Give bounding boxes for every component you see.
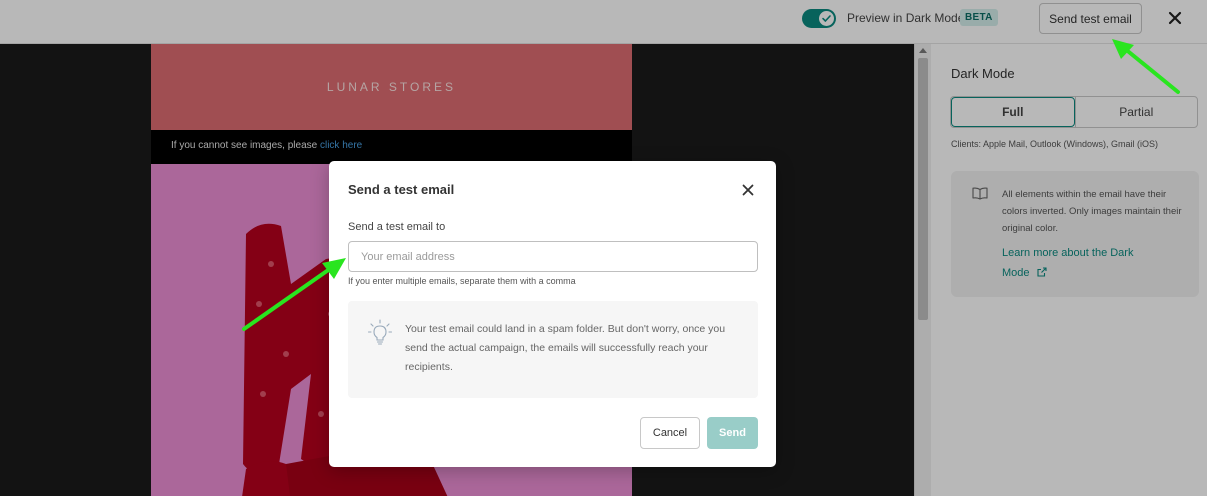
close-dialog-icon[interactable] [740, 182, 756, 198]
send-button[interactable]: Send [707, 417, 758, 449]
email-field[interactable] [348, 241, 758, 272]
tip-text: Your test email could land in a spam fol… [405, 323, 726, 373]
spam-tip: Your test email could land in a spam fol… [348, 301, 758, 398]
cancel-button[interactable]: Cancel [640, 417, 700, 449]
email-field-label: Send a test email to [348, 221, 446, 233]
send-test-email-dialog: Send a test email Send a test email to I… [329, 161, 776, 467]
email-field-hint: If you enter multiple emails, separate t… [348, 276, 576, 286]
lightbulb-icon [368, 319, 392, 345]
dialog-title: Send a test email [348, 182, 455, 197]
